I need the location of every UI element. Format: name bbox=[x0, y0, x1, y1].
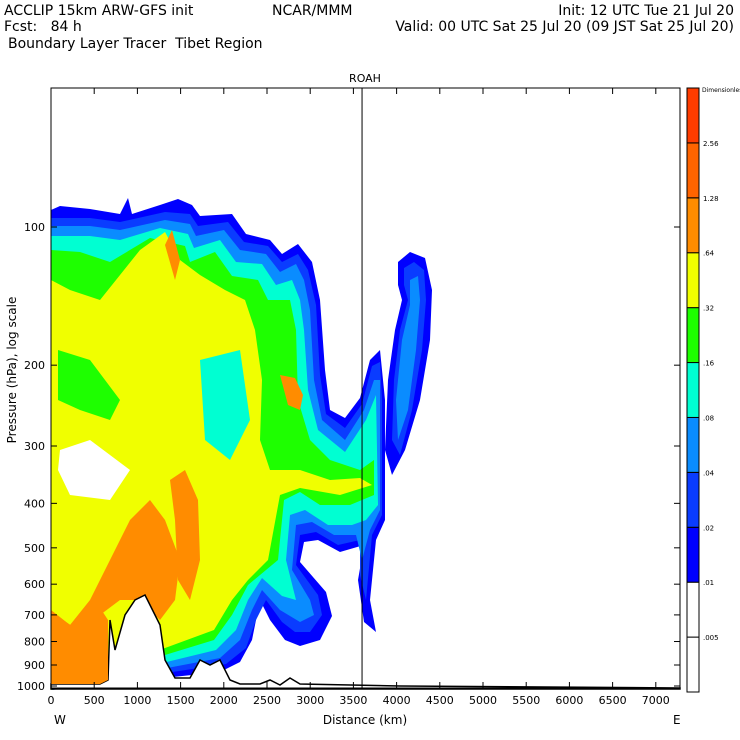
forecast-hour: Fcst: 84 h bbox=[4, 19, 82, 35]
org-label: NCAR/MMM bbox=[272, 3, 353, 19]
y-tick-label: 1000 bbox=[17, 680, 45, 693]
colorbar-box bbox=[686, 197, 700, 254]
x-tick-label: 4500 bbox=[426, 694, 454, 707]
x-axis-label: Distance (km) bbox=[323, 713, 407, 727]
colorbar-level-label: 1.28 bbox=[703, 195, 719, 203]
east-label: E bbox=[673, 713, 681, 727]
tracer-field bbox=[50, 198, 681, 690]
colorbar-box bbox=[686, 581, 700, 638]
x-tick-label: 4000 bbox=[383, 694, 411, 707]
colorbar-level-label: .01 bbox=[703, 579, 714, 587]
field-name: Boundary Layer Tracer Tibet Region bbox=[8, 36, 263, 52]
init-time: Init: 12 UTC Tue 21 Jul 20 bbox=[558, 3, 734, 19]
x-tick-label: 1500 bbox=[167, 694, 195, 707]
colorbar-box bbox=[686, 252, 700, 309]
colorbar-level-label: .32 bbox=[703, 305, 714, 313]
y-tick-label: 400 bbox=[24, 497, 45, 510]
y-tick-label: 100 bbox=[24, 221, 45, 234]
y-axis-label: Pressure (hPa), log scale bbox=[5, 297, 19, 444]
chart-title: ROAH bbox=[349, 72, 381, 85]
y-tick-label: 900 bbox=[24, 659, 45, 672]
colorbar-box bbox=[686, 307, 700, 364]
cross-section-figure: 0 500 1000 1500 2000 2500 3000 3500 4000 4500 5000… bbox=[0, 0, 740, 740]
x-tick-label: 0 bbox=[48, 694, 55, 707]
colorbar-level-label: 2.56 bbox=[703, 140, 719, 148]
colorbar-box bbox=[686, 471, 700, 528]
x-tick-label: 7000 bbox=[642, 694, 670, 707]
colorbar-level-label: .005 bbox=[703, 634, 719, 642]
model-title: ACCLIP 15km ARW-GFS init bbox=[4, 3, 194, 19]
chart-svg: 0 500 1000 1500 2000 2500 3000 3500 4000 4500 5000… bbox=[5, 72, 740, 727]
x-tick-label: 3500 bbox=[339, 694, 367, 707]
x-tick-label: 2500 bbox=[253, 694, 281, 707]
x-tick-label: 6000 bbox=[555, 694, 583, 707]
y-tick-label: 600 bbox=[24, 578, 45, 591]
colorbar-level-label: .04 bbox=[703, 469, 715, 477]
x-tick-label: 2000 bbox=[210, 694, 238, 707]
y-tick-label: 800 bbox=[24, 636, 45, 649]
colorbar-box bbox=[686, 636, 700, 693]
colorbar-box bbox=[686, 87, 700, 144]
y-tick-label: 500 bbox=[24, 542, 45, 555]
x-tick-label: 500 bbox=[84, 694, 105, 707]
west-label: W bbox=[54, 713, 66, 727]
colorbar-level-label: .16 bbox=[703, 360, 715, 368]
colorbar-level-label: .02 bbox=[703, 524, 714, 532]
colorbar-level-label: .08 bbox=[703, 414, 714, 422]
colorbar-box bbox=[686, 142, 700, 199]
colorbar: .005 .01 .02 .04 .08 .16 .32 .64 1.28 2.56 Dimensi… bbox=[686, 87, 740, 693]
colorbar-box bbox=[686, 526, 700, 583]
colorbar-level-label: .64 bbox=[703, 250, 715, 258]
x-tick-label: 1000 bbox=[123, 694, 151, 707]
y-tick-label: 700 bbox=[24, 609, 45, 622]
colorbar-box bbox=[686, 362, 700, 418]
colorbar-units-label: Dimensionless bbox=[702, 87, 740, 94]
y-tick-label: 300 bbox=[24, 440, 45, 453]
x-tick-label: 5500 bbox=[512, 694, 540, 707]
x-tick-label: 3000 bbox=[296, 694, 324, 707]
x-tick-label: 5000 bbox=[469, 694, 497, 707]
y-tick-label: 200 bbox=[24, 359, 45, 372]
valid-time: Valid: 00 UTC Sat 25 Jul 20 (09 JST Sat … bbox=[395, 19, 734, 35]
x-tick-label: 6500 bbox=[599, 694, 627, 707]
colorbar-box bbox=[686, 416, 700, 473]
